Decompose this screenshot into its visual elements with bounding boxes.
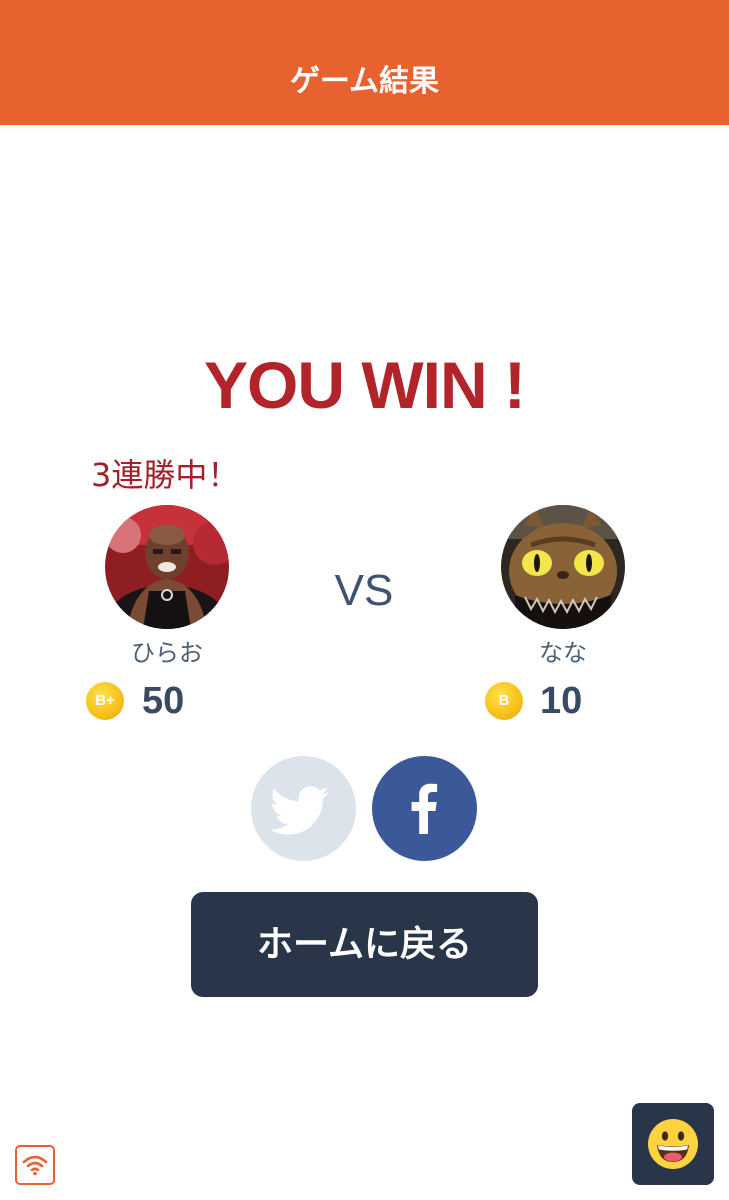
header-bar: ゲーム結果 [0,0,729,125]
emoji-reaction-button[interactable] [632,1103,714,1185]
player-right-name: なな [539,639,587,667]
player-left-name: ひらお [131,639,203,667]
game-result-screen: ゲーム結果 YOU WIN ! 3連勝中！ VS ひらお なな B+ 50 B … [0,0,729,1200]
wifi-icon [22,1155,48,1176]
player-right-rank-badge: B [485,682,523,720]
page-title: ゲーム結果 [289,64,440,99]
facebook-share-button[interactable] [372,756,477,861]
smiley-face-icon [648,1119,698,1169]
versus-label: VS [334,566,394,615]
win-streak-label: 3連勝中！ [91,456,240,494]
player-right-score: 10 [540,680,583,722]
player-left-rank-badge: B+ [86,682,124,720]
twitter-share-button[interactable] [251,756,356,861]
facebook-f-icon [411,783,438,834]
connection-status-button[interactable] [15,1145,55,1185]
player-left-avatar [105,505,229,629]
player-right-avatar [501,505,625,629]
result-headline: YOU WIN ! [204,348,526,422]
back-to-home-button[interactable]: ホームに戻る [191,892,538,997]
player-left-score: 50 [142,680,185,722]
twitter-bird-icon [269,786,329,835]
